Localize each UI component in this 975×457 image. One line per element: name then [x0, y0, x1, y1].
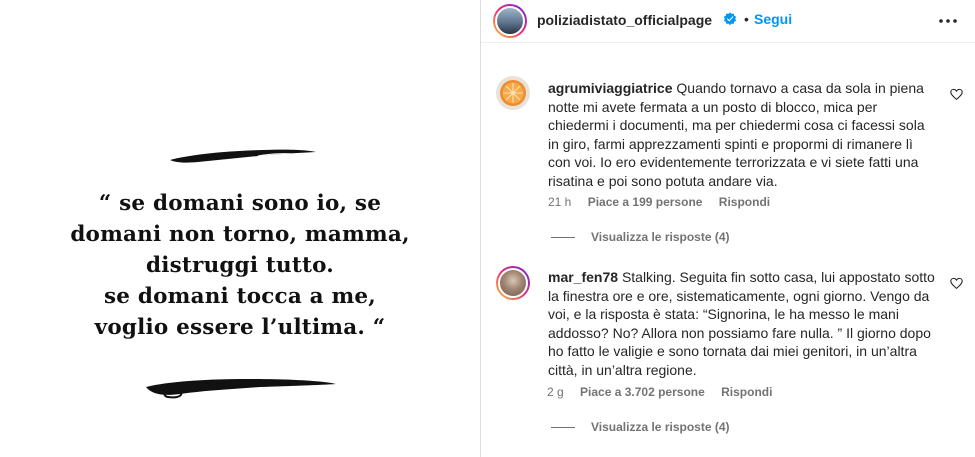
view-replies-button[interactable]: Visualizza le risposte (4) — [551, 230, 730, 244]
comment-body: agrumiviaggiatrice Quando tornavo a casa… — [548, 79, 938, 191]
comment-text: Quando tornavo a casa da sola in piena n… — [548, 80, 925, 189]
comment-text: Stalking. Seguita fin sotto casa, lui ap… — [548, 269, 935, 378]
post-quote: “ se domani sono io, se domani non torno… — [40, 188, 440, 343]
comment-likes[interactable]: Piace a 3.702 persone — [580, 385, 705, 399]
comment-likes[interactable]: Piace a 199 persone — [588, 195, 703, 209]
post-header: poliziadistato_officialpage • Segui — [481, 0, 975, 43]
comment-meta: 21 h Piace a 199 persone Rispondi — [548, 195, 783, 209]
comment-time[interactable]: 21 h — [548, 195, 571, 209]
reply-button[interactable]: Rispondi — [721, 385, 772, 399]
separator-dot: • — [744, 11, 749, 27]
comment-item: agrumiviaggiatrice Quando tornavo a casa… — [481, 70, 975, 250]
reply-button[interactable]: Rispondi — [719, 195, 770, 209]
comment-meta: 2 g Piace a 3.702 persone Rispondi — [547, 385, 785, 399]
author-avatar[interactable] — [493, 4, 527, 38]
quote-line: se domani tocca a me, — [103, 284, 376, 309]
top-swash-ornament — [170, 149, 316, 163]
author-username[interactable]: poliziadistato_officialpage — [537, 12, 712, 28]
bottom-swash-ornament — [146, 379, 336, 399]
view-replies-button[interactable]: Visualizza le risposte (4) — [551, 420, 730, 434]
like-heart-icon[interactable] — [950, 88, 963, 101]
comment-body: mar_fen78 Stalking. Seguita fin sotto ca… — [548, 268, 938, 380]
more-options-icon[interactable] — [937, 10, 959, 32]
quote-line: “ se domani sono io, se — [98, 191, 382, 216]
commenter-avatar[interactable] — [496, 76, 530, 110]
quote-line: domani non torno, mamma, — [70, 222, 410, 247]
follow-button[interactable]: Segui — [754, 11, 792, 27]
post-image: “ se domani sono io, se domani non torno… — [0, 0, 480, 457]
comment-time[interactable]: 2 g — [547, 385, 564, 399]
comments-panel: poliziadistato_officialpage • Segui agru… — [481, 0, 975, 457]
orange-slice-avatar-image — [500, 80, 526, 106]
replies-divider-line — [551, 236, 575, 238]
commenter-avatar[interactable] — [496, 266, 530, 300]
verified-badge-icon — [723, 12, 737, 26]
view-replies-label[interactable]: Visualizza le risposte (4) — [591, 420, 730, 434]
view-replies-label[interactable]: Visualizza le risposte (4) — [591, 230, 730, 244]
comment-username[interactable]: mar_fen78 — [548, 269, 618, 285]
quote-line: voglio essere l’ultima. “ — [94, 315, 386, 340]
like-heart-icon[interactable] — [950, 277, 963, 290]
comment-username[interactable]: agrumiviaggiatrice — [548, 80, 673, 96]
replies-divider-line — [551, 426, 575, 428]
quote-line: distruggi tutto. — [146, 253, 334, 278]
comment-item: mar_fen78 Stalking. Seguita fin sotto ca… — [481, 260, 975, 450]
